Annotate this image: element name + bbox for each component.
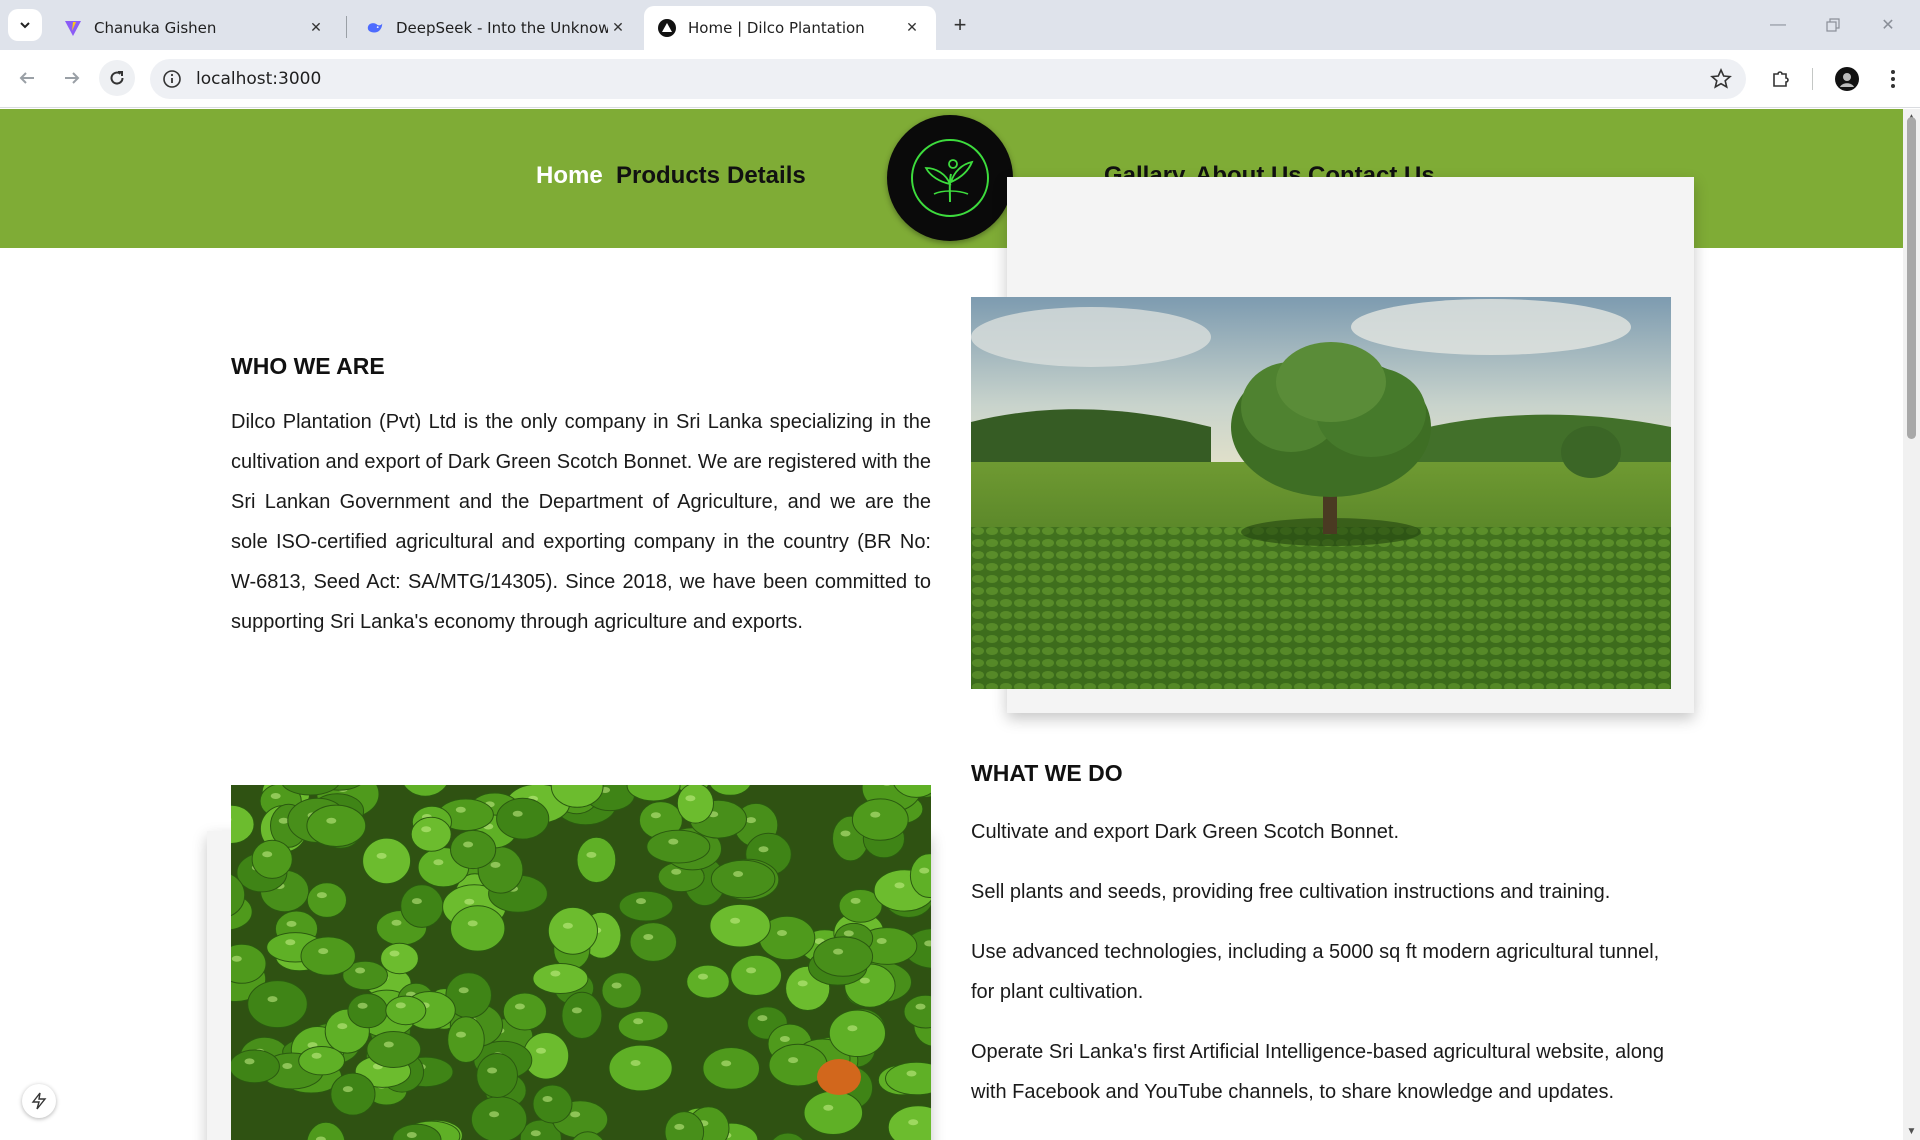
what-we-do-item: Operate Sri Lanka's first Artificial Int… bbox=[971, 1041, 1665, 1103]
lightning-icon bbox=[31, 1092, 47, 1110]
page-viewport: Home Products Details Gallary About Us C… bbox=[0, 109, 1903, 1140]
tab-chanuka-gishen[interactable]: Chanuka Gishen ✕ bbox=[50, 6, 340, 50]
address-bar[interactable]: localhost:3000 bbox=[150, 59, 1746, 99]
arrow-right-icon bbox=[65, 72, 80, 84]
nav-home[interactable]: Home bbox=[536, 162, 603, 190]
extensions-button[interactable] bbox=[1765, 63, 1797, 95]
close-icon[interactable]: ✕ bbox=[306, 18, 326, 38]
vite-icon bbox=[64, 19, 82, 37]
star-icon[interactable] bbox=[1710, 68, 1732, 90]
browser-toolbar: localhost:3000 bbox=[0, 50, 1920, 108]
field-tree-image bbox=[971, 297, 1671, 689]
scrollbar-thumb[interactable] bbox=[1907, 117, 1916, 439]
browser-menu-button[interactable] bbox=[1877, 63, 1909, 95]
chevron-down-icon bbox=[20, 22, 30, 29]
puzzle-icon bbox=[1773, 71, 1789, 87]
nav-details[interactable]: Details bbox=[727, 162, 806, 190]
what-we-do-item: Use advanced technologies, including a 5… bbox=[971, 941, 1660, 1003]
avatar-icon bbox=[1835, 67, 1859, 91]
page-scrollbar[interactable]: ▲ ▼ bbox=[1903, 109, 1920, 1140]
what-we-do-heading: WHAT WE DO bbox=[971, 760, 1123, 786]
close-icon[interactable]: ✕ bbox=[902, 18, 922, 38]
more-vert-icon bbox=[1891, 70, 1895, 88]
tab-title: Chanuka Gishen bbox=[94, 19, 217, 37]
forward-button[interactable] bbox=[54, 60, 90, 96]
tab-search-button[interactable] bbox=[8, 9, 42, 41]
restore-icon[interactable] bbox=[1811, 10, 1855, 40]
reload-icon bbox=[110, 71, 124, 85]
site-logo[interactable] bbox=[887, 115, 1013, 241]
what-we-do-item: Cultivate and export Dark Green Scotch B… bbox=[971, 821, 1400, 843]
new-tab-button[interactable]: + bbox=[946, 11, 974, 39]
plant-sprout-logo-icon bbox=[911, 139, 989, 217]
window-close-icon[interactable]: ✕ bbox=[1866, 10, 1910, 40]
browser-tab-strip: Chanuka Gishen ✕ DeepSeek - Into the Unk… bbox=[0, 0, 1920, 50]
tab-dilco-home[interactable]: Home | Dilco Plantation ✕ bbox=[644, 6, 936, 50]
what-we-do-item: Sell plants and seeds, providing free cu… bbox=[971, 881, 1611, 903]
who-we-are-text: Dilco Plantation (Pvt) Ltd is the only c… bbox=[231, 411, 931, 633]
close-icon[interactable]: ✕ bbox=[608, 18, 628, 38]
profile-avatar[interactable] bbox=[1831, 63, 1863, 95]
url-text[interactable]: localhost:3000 bbox=[196, 69, 321, 89]
reload-button[interactable] bbox=[99, 60, 135, 96]
dev-tools-button[interactable] bbox=[22, 1084, 56, 1118]
info-icon[interactable] bbox=[162, 69, 182, 89]
nextjs-triangle-icon bbox=[658, 19, 676, 37]
nav-products[interactable]: Products bbox=[616, 162, 720, 190]
arrow-left-icon bbox=[19, 72, 34, 84]
tab-title: Home | Dilco Plantation bbox=[688, 19, 865, 37]
scotch-bonnet-peppers-image bbox=[231, 785, 931, 1140]
deepseek-whale-icon bbox=[366, 19, 384, 37]
minimize-icon[interactable]: — bbox=[1756, 10, 1800, 40]
tab-title: DeepSeek - Into the Unknown bbox=[396, 19, 608, 37]
tab-deepseek[interactable]: DeepSeek - Into the Unknown ✕ bbox=[352, 6, 642, 50]
back-button[interactable] bbox=[9, 60, 45, 96]
who-we-are-heading: WHO WE ARE bbox=[231, 353, 385, 379]
